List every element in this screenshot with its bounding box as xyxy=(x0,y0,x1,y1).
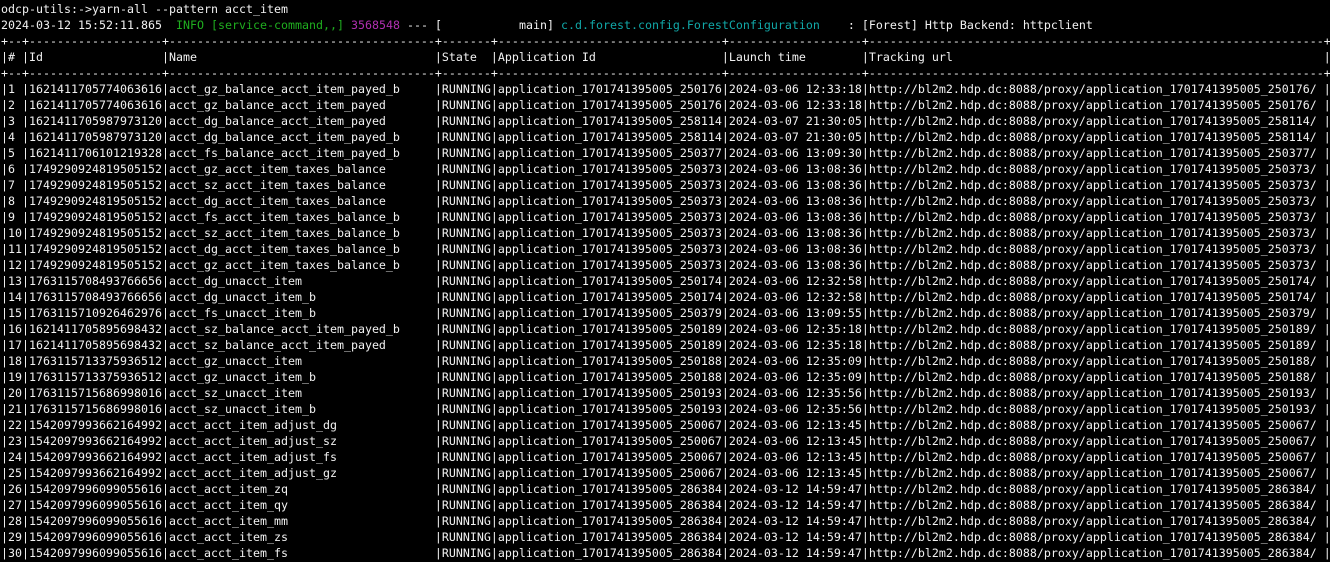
log-segment: : [Forest] Http Backend: httpclient xyxy=(820,18,1093,32)
log-segment: --- [ main] xyxy=(400,18,561,32)
table-row: |20|1763115715686998016|acct_sz_unacct_i… xyxy=(1,385,1330,401)
table-border: +--+-------------------+----------------… xyxy=(1,65,1330,81)
log-line: 2024-03-12 15:52:11.865 INFO [service-co… xyxy=(1,17,1330,33)
table-row: |5 |1621411706101219328|acct_fs_balance_… xyxy=(1,145,1330,161)
table-row: |15|1763115710926462976|acct_fs_unacct_i… xyxy=(1,305,1330,321)
table-row: |26|1542097996099055616|acct_acct_item_z… xyxy=(1,481,1330,497)
table-row: |10|1749290924819505152|acct_sz_acct_ite… xyxy=(1,225,1330,241)
table-row: |30|1542097996099055616|acct_acct_item_f… xyxy=(1,545,1330,561)
table-row: |25|1542097993662164992|acct_acct_item_a… xyxy=(1,465,1330,481)
log-segment: 3568548 xyxy=(351,18,400,32)
terminal-screen[interactable]: odcp-utils:->yarn-all --pattern acct_ite… xyxy=(0,0,1330,562)
command-text: odcp-utils:->yarn-all --pattern acct_ite… xyxy=(1,2,288,16)
table-row: |27|1542097996099055616|acct_acct_item_q… xyxy=(1,497,1330,513)
table-row: |11|1749290924819505152|acct_dg_acct_ite… xyxy=(1,241,1330,257)
table-row: |3 |1621411705987973120|acct_dg_balance_… xyxy=(1,113,1330,129)
log-segment: 2024-03-12 15:52:11.865 xyxy=(1,18,169,32)
table-row: |18|1763115713375936512|acct_gz_unacct_i… xyxy=(1,353,1330,369)
table-row: |19|1763115713375936512|acct_gz_unacct_i… xyxy=(1,369,1330,385)
table-row: |24|1542097993662164992|acct_acct_item_a… xyxy=(1,449,1330,465)
table-row: |22|1542097993662164992|acct_acct_item_a… xyxy=(1,417,1330,433)
table-row: |21|1763115715686998016|acct_sz_unacct_i… xyxy=(1,401,1330,417)
log-segment: c.d.forest.config.ForestConfiguration xyxy=(561,18,820,32)
table-row: |12|1749290924819505152|acct_gz_acct_ite… xyxy=(1,257,1330,273)
table-row: |13|1763115708493766656|acct_dg_unacct_i… xyxy=(1,273,1330,289)
yarn-applications-table: +--+-------------------+----------------… xyxy=(1,33,1330,561)
table-row: |2 |1621411705774063616|acct_gz_balance_… xyxy=(1,97,1330,113)
table-row: |28|1542097996099055616|acct_acct_item_m… xyxy=(1,513,1330,529)
table-header: |# |Id |Name |State |Application Id |Lau… xyxy=(1,49,1330,65)
table-row: |16|1621411705895698432|acct_sz_balance_… xyxy=(1,321,1330,337)
table-row: |17|1621411705895698432|acct_sz_balance_… xyxy=(1,337,1330,353)
log-segment xyxy=(344,18,351,32)
table-row: |14|1763115708493766656|acct_dg_unacct_i… xyxy=(1,289,1330,305)
table-row: |9 |1749290924819505152|acct_fs_acct_ite… xyxy=(1,209,1330,225)
log-segment: INFO xyxy=(169,18,204,32)
log-segment xyxy=(204,18,211,32)
table-row: |29|1542097996099055616|acct_acct_item_z… xyxy=(1,529,1330,545)
table-row: |7 |1749290924819505152|acct_sz_acct_ite… xyxy=(1,177,1330,193)
table-row: |8 |1749290924819505152|acct_dg_acct_ite… xyxy=(1,193,1330,209)
table-row: |1 |1621411705774063616|acct_gz_balance_… xyxy=(1,81,1330,97)
log-segment: [service-command,,] xyxy=(211,18,344,32)
table-row: |4 |1621411705987973120|acct_dg_balance_… xyxy=(1,129,1330,145)
table-row: |6 |1749290924819505152|acct_gz_acct_ite… xyxy=(1,161,1330,177)
table-border: +--+-------------------+----------------… xyxy=(1,33,1330,49)
command-line: odcp-utils:->yarn-all --pattern acct_ite… xyxy=(1,1,1330,17)
table-row: |23|1542097993662164992|acct_acct_item_a… xyxy=(1,433,1330,449)
